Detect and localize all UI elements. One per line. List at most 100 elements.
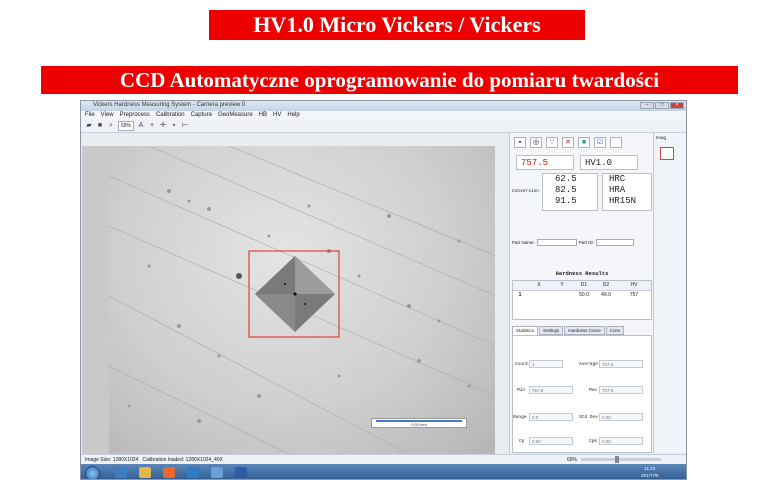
part-id-label: Part ID: [578, 240, 595, 245]
part-id-input[interactable] [596, 239, 635, 246]
max-label: Max [589, 388, 598, 393]
conversion-unit: HRC [609, 174, 626, 184]
points-button[interactable]: ∵ [546, 137, 558, 148]
average-field: 757.5 [599, 360, 643, 368]
cp-field: 0.00 [529, 437, 573, 445]
menu-hb[interactable]: HB [259, 111, 267, 120]
column-header: HV [630, 282, 638, 288]
close-button[interactable]: × [670, 102, 684, 109]
title-banner-2: CCD Automatyczne oprogramowanie do pomia… [41, 66, 738, 94]
std-dev-field: 0.00 [599, 413, 643, 421]
window-titlebar: Vickers Hardness Measuring System - Came… [81, 101, 686, 111]
range-field: 0.0 [529, 413, 573, 421]
move-icon[interactable]: ✛ [159, 122, 167, 130]
table-cell: 49.0 [601, 292, 611, 298]
table-cell: 50.0 [579, 292, 589, 298]
window-title: Vickers Hardness Measuring System - Came… [93, 102, 246, 108]
media-player-icon[interactable] [163, 467, 175, 478]
tab-statistics[interactable]: Statistics [512, 326, 539, 335]
camera-app-icon[interactable] [187, 467, 199, 478]
side-panel-title: Imag [656, 135, 667, 140]
cpk-field: 0.00 [599, 437, 643, 445]
menu-help[interactable]: Help [287, 111, 299, 120]
results-panel: ▪ ◎ ∵ ✕ ■ ☑ 757.5 HV1.0 Conversion 62.5 … [509, 133, 654, 453]
conversion-value: 91.5 [555, 196, 577, 206]
average-label: Average [579, 362, 598, 367]
table-cell: 1 [518, 292, 522, 298]
column-header [513, 281, 527, 290]
measure-icon[interactable]: ⊢ [181, 122, 189, 130]
statistics-panel: Count 1 Average 757.5 Min 757.5 Max 757.… [512, 335, 652, 453]
camera-icon[interactable]: ▪ [170, 122, 178, 130]
zoom-slider[interactable] [581, 456, 661, 463]
conversion-unit: HRA [609, 185, 626, 195]
specimen-image: 0.03 mm [109, 146, 495, 454]
crosshair-icon[interactable]: + [148, 122, 156, 130]
conversion-values: 62.5 82.5 91.5 [542, 173, 598, 211]
tab-bar: Statistics Settings Hardness Curve Conv [512, 326, 652, 335]
column-header: D1 [580, 282, 588, 288]
menu-preprocess[interactable]: Preprocess [120, 111, 150, 120]
menu-hv[interactable]: HV [273, 111, 281, 120]
blank-button[interactable] [610, 137, 622, 148]
hv-value-display: 757.5 [516, 155, 574, 170]
maximize-button[interactable]: □ [655, 102, 669, 109]
calibration-text: Calibration loaded: 1280X1024_40X [142, 457, 223, 463]
image-side-panel: Imag [653, 133, 686, 453]
minimize-button[interactable]: – [640, 102, 654, 109]
text-icon[interactable]: A [137, 122, 145, 130]
explorer-icon[interactable] [139, 467, 151, 478]
tab-settings[interactable]: Settings [539, 326, 564, 335]
report-button[interactable]: ■ [578, 137, 590, 148]
open-folder-icon[interactable]: ▰ [85, 122, 93, 130]
conversion-value: 62.5 [555, 174, 577, 184]
scale-label: 0.03 mm [411, 422, 427, 427]
table-cell [527, 291, 551, 300]
target-button[interactable]: ◎ [530, 137, 542, 148]
cp-label: Cp [519, 439, 525, 444]
ie-icon[interactable] [115, 467, 127, 478]
taskbar: 11:23 2017/7/5 [81, 464, 686, 479]
save-icon[interactable]: ■ [96, 122, 104, 130]
tab-conversion[interactable]: Conv [605, 326, 625, 335]
check-button[interactable]: ☑ [594, 137, 606, 148]
conversion-unit: HR15N [609, 196, 637, 206]
menu-file[interactable]: File [85, 111, 95, 120]
menu-view[interactable]: View [101, 111, 114, 120]
delete-button[interactable]: ✕ [562, 137, 574, 148]
hardness-results-table: X Y D1 D2 HV 1 50.0 49.0 757 [512, 280, 652, 320]
hv-scale-display: HV1.0 [580, 155, 638, 170]
max-field: 757.5 [599, 386, 643, 394]
min-label: Min [517, 388, 526, 393]
table-row[interactable]: 1 50.0 49.0 757 [513, 291, 651, 300]
zoom-select[interactable]: 69% [118, 121, 135, 131]
start-button[interactable] [85, 466, 100, 479]
image-viewer[interactable]: 0.03 mm [82, 146, 495, 454]
column-header: D2 [602, 282, 610, 288]
conversion-value: 82.5 [555, 185, 577, 195]
range-label: Range [513, 415, 527, 420]
table-cell [551, 291, 573, 300]
camera-button[interactable]: ▪ [514, 137, 526, 148]
min-field: 757.5 [529, 386, 573, 394]
count-field: 1 [529, 360, 563, 368]
hardness-app-icon[interactable] [211, 467, 223, 478]
menu-calibration[interactable]: Calibration [156, 111, 185, 120]
std-dev-label: Std Dev [579, 415, 598, 420]
image-size-text: Image Size: 1280X1024 [85, 457, 139, 463]
zoom-icon[interactable]: ⌕ [107, 122, 115, 130]
part-name-label: Part Name: [512, 240, 535, 245]
app-window: Vickers Hardness Measuring System - Came… [80, 100, 687, 480]
menu-geomeasure[interactable]: GeoMeasure [218, 111, 253, 120]
clock-date: 2017/7/5 [641, 473, 659, 478]
column-header: X [537, 282, 541, 288]
word-icon[interactable] [235, 467, 247, 478]
thumbnail-icon[interactable] [660, 147, 674, 160]
count-label: Count [515, 362, 529, 367]
menu-capture[interactable]: Capture [191, 111, 212, 120]
part-name-select[interactable] [536, 239, 577, 246]
tab-hardness-curve[interactable]: Hardness Curve [564, 326, 605, 335]
part-row: Part Name: Part ID: [512, 239, 635, 246]
clock-time: 11:23 [644, 466, 656, 471]
title-banner-1: HV1.0 Micro Vickers / Vickers [209, 10, 585, 40]
